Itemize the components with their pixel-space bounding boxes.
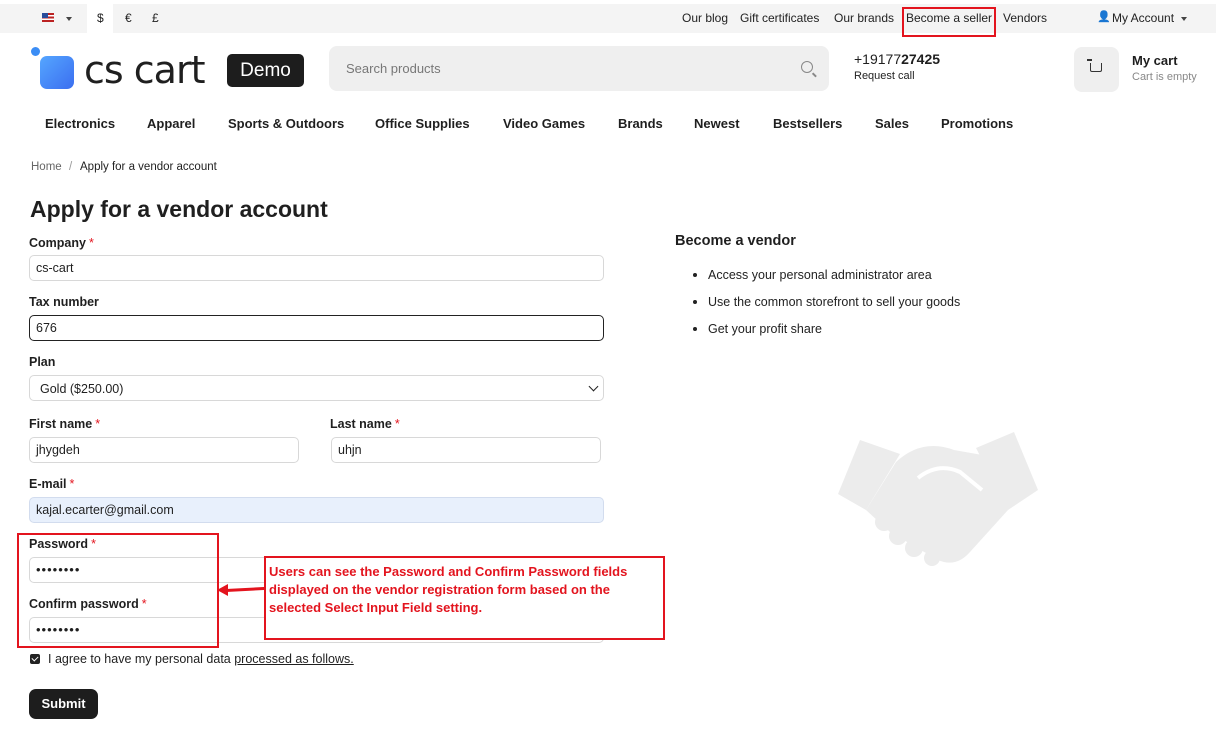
handshake-icon: [838, 432, 1038, 566]
nav-electronics[interactable]: Electronics: [45, 116, 115, 131]
phone-prefix: +19177: [854, 51, 902, 67]
logo-text[interactable]: cs cart: [84, 48, 205, 92]
vendor-benefit-2: Use the common storefront to sell your g…: [708, 295, 961, 309]
nav-sports-outdoors[interactable]: Sports & Outdoors: [228, 116, 344, 131]
first-name-label: First name *: [29, 417, 100, 431]
top-bar: $ € £ Our blog Gift certificates Our bra…: [0, 4, 1216, 33]
plan-label: Plan: [29, 355, 56, 369]
breadcrumb-separator: /: [69, 161, 73, 173]
company-input[interactable]: cs-cart: [29, 255, 604, 281]
phone-number[interactable]: +1917727425: [854, 51, 940, 67]
tax-number-input[interactable]: 676: [29, 315, 604, 341]
annotation-arrow-head: [217, 584, 228, 596]
page-title: Apply for a vendor account: [30, 196, 328, 222]
plan-select[interactable]: Gold ($250.00): [29, 375, 604, 401]
request-call-link[interactable]: Request call: [854, 70, 915, 82]
first-name-input[interactable]: jhygdeh: [29, 437, 299, 463]
nav-promotions[interactable]: Promotions: [941, 116, 1013, 131]
account-dropdown-icon[interactable]: [1181, 17, 1187, 21]
cart-button[interactable]: [1074, 47, 1119, 92]
email-field[interactable]: kajal.ecarter@gmail.com: [29, 497, 604, 523]
link-vendors[interactable]: Vendors: [1003, 11, 1047, 25]
demo-badge: Demo: [227, 54, 304, 87]
email-label: E-mail *: [29, 477, 74, 491]
last-name-label-text: Last name: [330, 417, 392, 431]
company-label-text: Company: [29, 236, 86, 250]
link-our-blog[interactable]: Our blog: [682, 11, 728, 25]
become-seller-highlight: [902, 7, 996, 37]
search-input[interactable]: Search products: [346, 61, 441, 76]
bullet-icon: [693, 327, 697, 331]
company-label: Company *: [29, 236, 94, 250]
phone-suffix: 27425: [901, 51, 941, 67]
search-bar[interactable]: Search products: [329, 46, 829, 91]
required-mark: *: [69, 477, 75, 491]
tax-number-label: Tax number: [29, 295, 99, 309]
agree-text-plain: I agree to have my personal data: [48, 652, 235, 666]
cart-title[interactable]: My cart: [1132, 53, 1178, 68]
user-icon: 👤: [1097, 11, 1111, 23]
nav-apparel[interactable]: Apparel: [147, 116, 195, 131]
vendor-benefit-1: Access your personal administrator area: [708, 268, 932, 282]
cart-status: Cart is empty: [1132, 71, 1197, 83]
submit-button[interactable]: Submit: [29, 689, 98, 719]
nav-brands[interactable]: Brands: [618, 116, 663, 131]
currency-usd[interactable]: $: [97, 11, 104, 25]
language-dropdown-icon[interactable]: [66, 17, 72, 21]
required-mark: *: [394, 417, 400, 431]
logo-dot-icon: [31, 47, 40, 56]
required-mark: *: [95, 417, 101, 431]
nav-newest[interactable]: Newest: [694, 116, 740, 131]
currency-eur[interactable]: €: [125, 11, 132, 25]
nav-office-supplies[interactable]: Office Supplies: [375, 116, 470, 131]
last-name-label: Last name *: [330, 417, 400, 431]
become-vendor-title: Become a vendor: [675, 233, 796, 249]
first-name-label-text: First name: [29, 417, 93, 431]
plan-select-value: Gold ($250.00): [40, 382, 124, 396]
link-gift-certificates[interactable]: Gift certificates: [740, 11, 819, 25]
search-icon[interactable]: [801, 61, 813, 73]
vendor-benefit-3: Get your profit share: [708, 322, 822, 336]
agree-text: I agree to have my personal data process…: [48, 652, 354, 666]
cart-icon: [1087, 59, 1102, 72]
required-mark: *: [88, 236, 94, 250]
email-label-text: E-mail: [29, 477, 67, 491]
password-fields-highlight: [17, 533, 219, 648]
nav-video-games[interactable]: Video Games: [503, 116, 585, 131]
nav-bestsellers[interactable]: Bestsellers: [773, 116, 842, 131]
us-flag-icon[interactable]: [42, 13, 54, 22]
agree-checkbox[interactable]: [30, 654, 40, 664]
privacy-link[interactable]: processed as follows.: [234, 652, 354, 666]
bullet-icon: [693, 300, 697, 304]
nav-sales[interactable]: Sales: [875, 116, 909, 131]
bullet-icon: [693, 273, 697, 277]
breadcrumb-current: Apply for a vendor account: [80, 161, 217, 173]
link-our-brands[interactable]: Our brands: [834, 11, 894, 25]
breadcrumb-home[interactable]: Home: [31, 161, 62, 173]
currency-gbp[interactable]: £: [152, 11, 159, 25]
annotation-arrow: [225, 586, 267, 592]
annotation-text: Users can see the Password and Confirm P…: [269, 564, 628, 615]
logo-square-icon: [40, 56, 74, 89]
my-account-link[interactable]: My Account: [1112, 11, 1174, 25]
last-name-input[interactable]: uhjn: [331, 437, 601, 463]
